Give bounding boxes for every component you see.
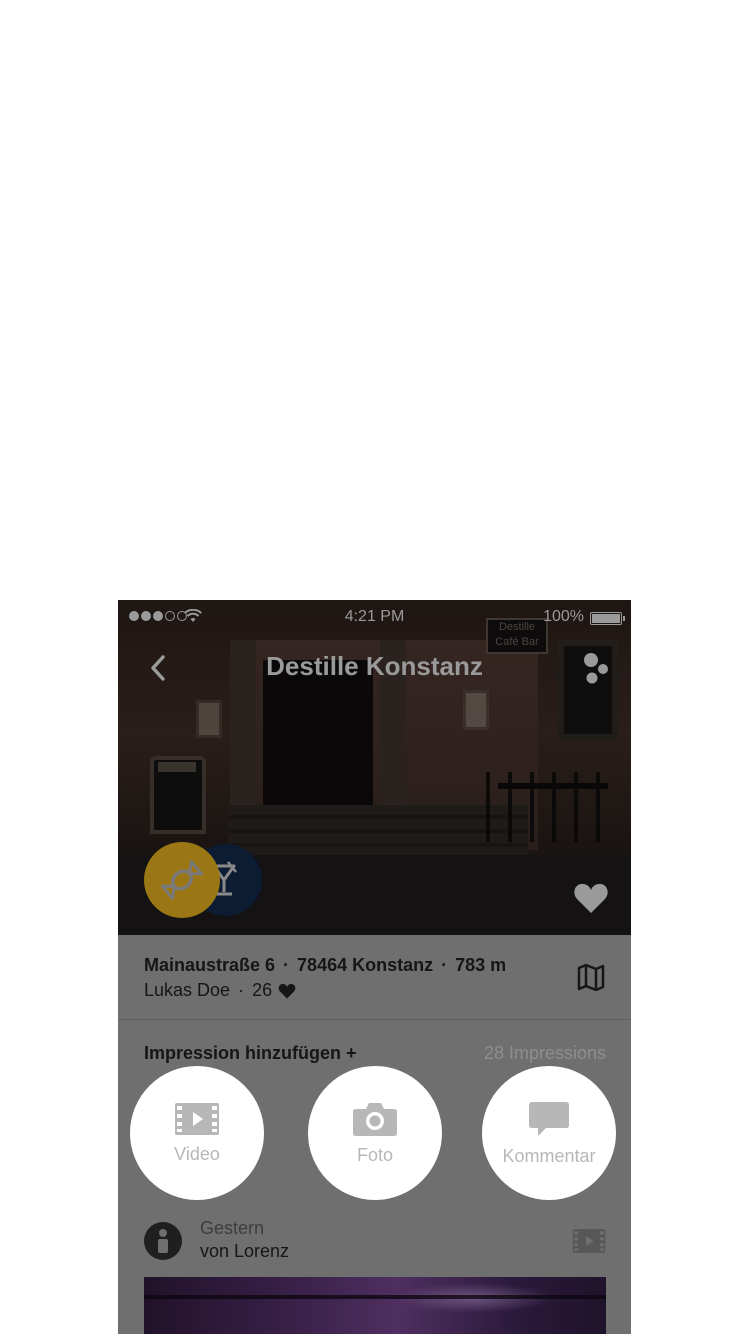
add-comment-button[interactable]: Kommentar <box>482 1066 616 1200</box>
video-label: Video <box>174 1143 220 1164</box>
comment-label: Kommentar <box>502 1145 596 1166</box>
user-icon <box>158 1229 168 1253</box>
heart-icon <box>278 983 296 998</box>
feed-item-header[interactable]: Gestern von Lorenz <box>144 1218 606 1262</box>
owner-name[interactable]: Lukas Doe <box>144 980 230 1001</box>
avatar[interactable] <box>144 1222 182 1260</box>
venue-info: Mainaustraße 6 · 78464 Konstanz · 783 m Luka… <box>118 935 631 1020</box>
camera-icon <box>353 1102 397 1136</box>
owner-line: Lukas Doe · 26 <box>144 980 296 1001</box>
battery-percentage: 100% <box>543 608 584 625</box>
impressions-header: Impression hinzufügen + 28 Impressions <box>144 1043 606 1067</box>
page-title: Destille Konstanz <box>266 651 483 681</box>
photo-label: Foto <box>356 1144 394 1165</box>
nav-bar: Destille Konstanz <box>118 636 631 696</box>
category-candy[interactable] <box>144 842 220 918</box>
add-impression-button[interactable]: Impression hinzufügen + <box>144 1043 357 1064</box>
add-video-button[interactable]: Video <box>130 1066 264 1200</box>
address-line: Mainaustraße 6 · 78464 Konstanz · 783 m <box>144 955 507 975</box>
feed-item-time: Gestern <box>200 1218 265 1238</box>
comment-icon <box>529 1101 569 1136</box>
street-text: Mainaustraße 6 <box>144 955 276 975</box>
screen: Destille Café Bar 4:21 PM 100% Destille … <box>0 0 750 1334</box>
heart-icon[interactable] <box>573 882 609 914</box>
candy-icon <box>160 860 204 900</box>
status-bar: 4:21 PM 100% <box>118 600 631 636</box>
category-badges <box>144 842 264 918</box>
feed-item-author[interactable]: von Lorenz <box>200 1241 289 1262</box>
film-icon <box>572 1229 606 1253</box>
add-photo-button[interactable]: Foto <box>308 1066 442 1200</box>
distance-text: 783 m <box>455 955 507 975</box>
impressions-count: 28 Impressions <box>483 1043 606 1063</box>
phone-frame: Destille Café Bar 4:21 PM 100% Destille … <box>118 600 631 1334</box>
more-dots-icon[interactable] <box>581 652 609 686</box>
hero-photo: Destille Café Bar 4:21 PM 100% Destille … <box>118 600 631 935</box>
battery-icon <box>590 612 625 625</box>
feed-item-media[interactable] <box>144 1277 606 1334</box>
likes-count: 26 <box>252 980 273 1000</box>
city-text: 78464 Konstanz <box>297 955 434 975</box>
map-icon[interactable] <box>577 963 605 991</box>
film-icon <box>175 1102 219 1135</box>
